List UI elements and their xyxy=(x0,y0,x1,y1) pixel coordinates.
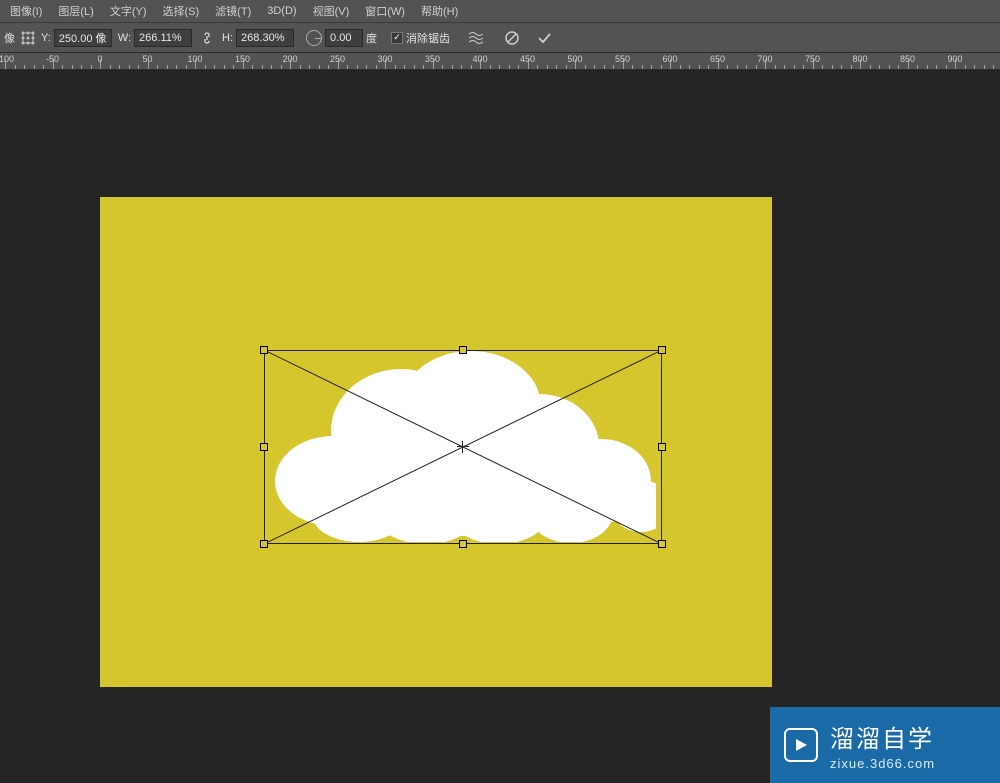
ruler-tick-label: 800 xyxy=(852,54,867,64)
ruler-tick-label: 750 xyxy=(805,54,820,64)
menu-type[interactable]: 文字(Y) xyxy=(102,0,155,22)
transform-bounding-box[interactable] xyxy=(264,350,662,544)
ruler-tick-label: 350 xyxy=(425,54,440,64)
y-label: Y: xyxy=(41,32,51,44)
menu-view[interactable]: 视图(V) xyxy=(305,0,358,22)
ruler-tick-label: 50 xyxy=(142,54,152,64)
menu-bar: 图像(I) 图层(L) 文字(Y) 选择(S) 滤镜(T) 3D(D) 视图(V… xyxy=(0,0,1000,22)
ruler-tick-label: 850 xyxy=(900,54,915,64)
ruler-tick-label: -50 xyxy=(46,54,59,64)
ruler-tick-label: 500 xyxy=(567,54,582,64)
antialias-checkbox[interactable]: ✓ xyxy=(391,32,403,44)
y-input[interactable] xyxy=(54,29,112,47)
menu-select[interactable]: 选择(S) xyxy=(155,0,208,22)
w-input[interactable] xyxy=(134,29,192,47)
ruler-tick-label: 600 xyxy=(662,54,677,64)
ruler-tick-label: 300 xyxy=(377,54,392,64)
watermark: 溜溜自学 zixue.3d66.com xyxy=(770,707,1000,783)
h-label: H: xyxy=(222,32,233,44)
ruler-tick-label: 700 xyxy=(757,54,772,64)
ruler-tick-label: 650 xyxy=(710,54,725,64)
handle-top-center[interactable] xyxy=(459,346,467,354)
warp-mode-icon[interactable] xyxy=(466,28,486,48)
ruler-horizontal[interactable]: -100 -50 0 50 100 150 200 250 300 350 400 450 500 550… xyxy=(0,52,1000,70)
commit-transform-icon[interactable] xyxy=(534,28,554,48)
work-area xyxy=(0,70,1000,783)
handle-mid-left[interactable] xyxy=(260,443,268,451)
unit-suffix: 像 xyxy=(4,30,15,46)
menu-help[interactable]: 帮助(H) xyxy=(413,0,466,22)
ruler-tick-label: 550 xyxy=(615,54,630,64)
watermark-url: zixue.3d66.com xyxy=(830,756,935,771)
ruler-tick-label: 150 xyxy=(235,54,250,64)
menu-image[interactable]: 图像(I) xyxy=(2,0,50,22)
angle-input[interactable] xyxy=(325,29,363,47)
handle-top-left[interactable] xyxy=(260,346,268,354)
watermark-title: 溜溜自学 xyxy=(830,719,935,754)
handle-bottom-center[interactable] xyxy=(459,540,467,548)
handle-mid-right[interactable] xyxy=(658,443,666,451)
ruler-tick-label: 450 xyxy=(520,54,535,64)
ruler-tick-label: 200 xyxy=(282,54,297,64)
ruler-tick-label: 400 xyxy=(472,54,487,64)
antialias-label: 消除锯齿 xyxy=(406,30,450,46)
menu-filter[interactable]: 滤镜(T) xyxy=(207,0,259,22)
h-input[interactable] xyxy=(236,29,294,47)
handle-bottom-right[interactable] xyxy=(658,540,666,548)
ruler-tick-label: 100 xyxy=(187,54,202,64)
menu-window[interactable]: 窗口(W) xyxy=(357,0,413,22)
handle-top-right[interactable] xyxy=(658,346,666,354)
w-label: W: xyxy=(118,32,131,44)
angle-unit: 度 xyxy=(366,30,377,46)
play-icon xyxy=(784,728,818,762)
link-wh-icon[interactable] xyxy=(198,29,216,47)
options-bar: 像 Y: W: H: 度 ✓ 消除锯齿 xyxy=(0,22,1000,52)
cancel-transform-icon[interactable] xyxy=(502,28,522,48)
ruler-tick-label: 250 xyxy=(330,54,345,64)
transform-center-icon[interactable] xyxy=(457,441,469,453)
ruler-tick-label: 0 xyxy=(97,54,102,64)
ruler-tick-label: -100 xyxy=(0,54,14,64)
handle-bottom-left[interactable] xyxy=(260,540,268,548)
menu-layer[interactable]: 图层(L) xyxy=(50,0,101,22)
angle-icon[interactable] xyxy=(306,30,322,46)
menu-3d[interactable]: 3D(D) xyxy=(259,2,304,20)
reference-point-icon[interactable] xyxy=(21,31,35,45)
ruler-tick-label: 900 xyxy=(947,54,962,64)
